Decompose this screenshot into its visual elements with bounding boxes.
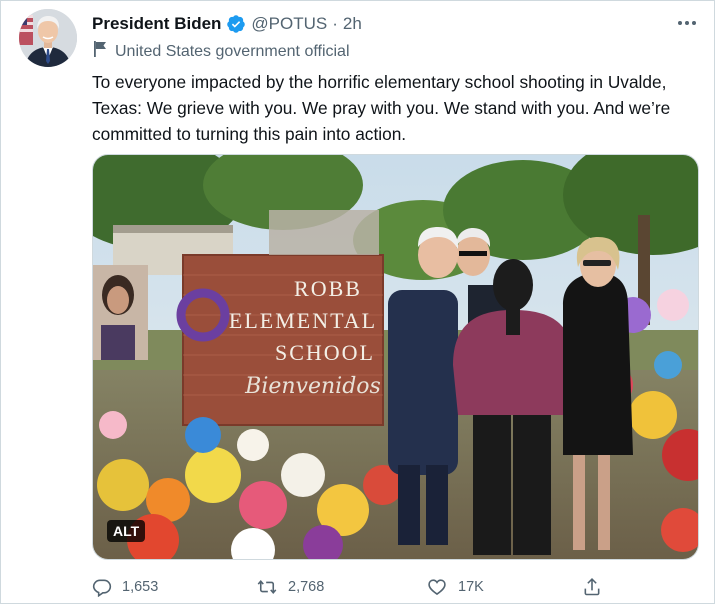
retweet-button[interactable]: 2,768 [256,573,324,601]
share-button[interactable] [582,573,602,601]
government-label-text: United States government official [115,42,350,60]
separator: · [332,14,338,33]
like-button[interactable]: 17K [426,573,484,601]
memorial-photo: ROBB ELEMENTAL SCHOOL Bienvenidos [93,155,698,559]
retweet-icon [256,577,278,597]
reply-button[interactable]: 1,653 [92,573,158,601]
heart-icon [426,577,448,597]
tweet-card[interactable]: President Biden @POTUS · 2h United State… [0,0,715,604]
sign-text-robb: ROBB [294,276,362,301]
like-count: 17K [458,579,484,595]
tweet-actions: 1,653 2,768 17K [92,573,612,601]
sign-text-elemental: ELEMENTAL [229,308,377,333]
reply-icon [92,577,112,597]
alt-text-badge[interactable]: ALT [107,520,146,542]
tweet-text: To everyone impacted by the horrific ele… [92,72,671,144]
more-options-icon[interactable] [676,13,698,33]
share-icon [582,577,602,597]
government-label: United States government official [92,40,350,63]
flag-icon [92,40,108,63]
retweet-count: 2,768 [288,579,325,595]
tweet-header: President Biden @POTUS · 2h [92,12,694,36]
timestamp[interactable]: 2h [343,14,362,34]
sign-text-bienvenidos: Bienvenidos [244,374,381,399]
reply-count: 1,653 [122,579,159,595]
tweet-media-photo[interactable]: ROBB ELEMENTAL SCHOOL Bienvenidos ALT [92,154,699,560]
display-name[interactable]: President Biden [92,14,221,34]
avatar[interactable] [19,9,77,67]
handle[interactable]: @POTUS [251,14,327,34]
verified-badge-icon [226,14,246,34]
sign-text-school: SCHOOL [275,340,375,365]
